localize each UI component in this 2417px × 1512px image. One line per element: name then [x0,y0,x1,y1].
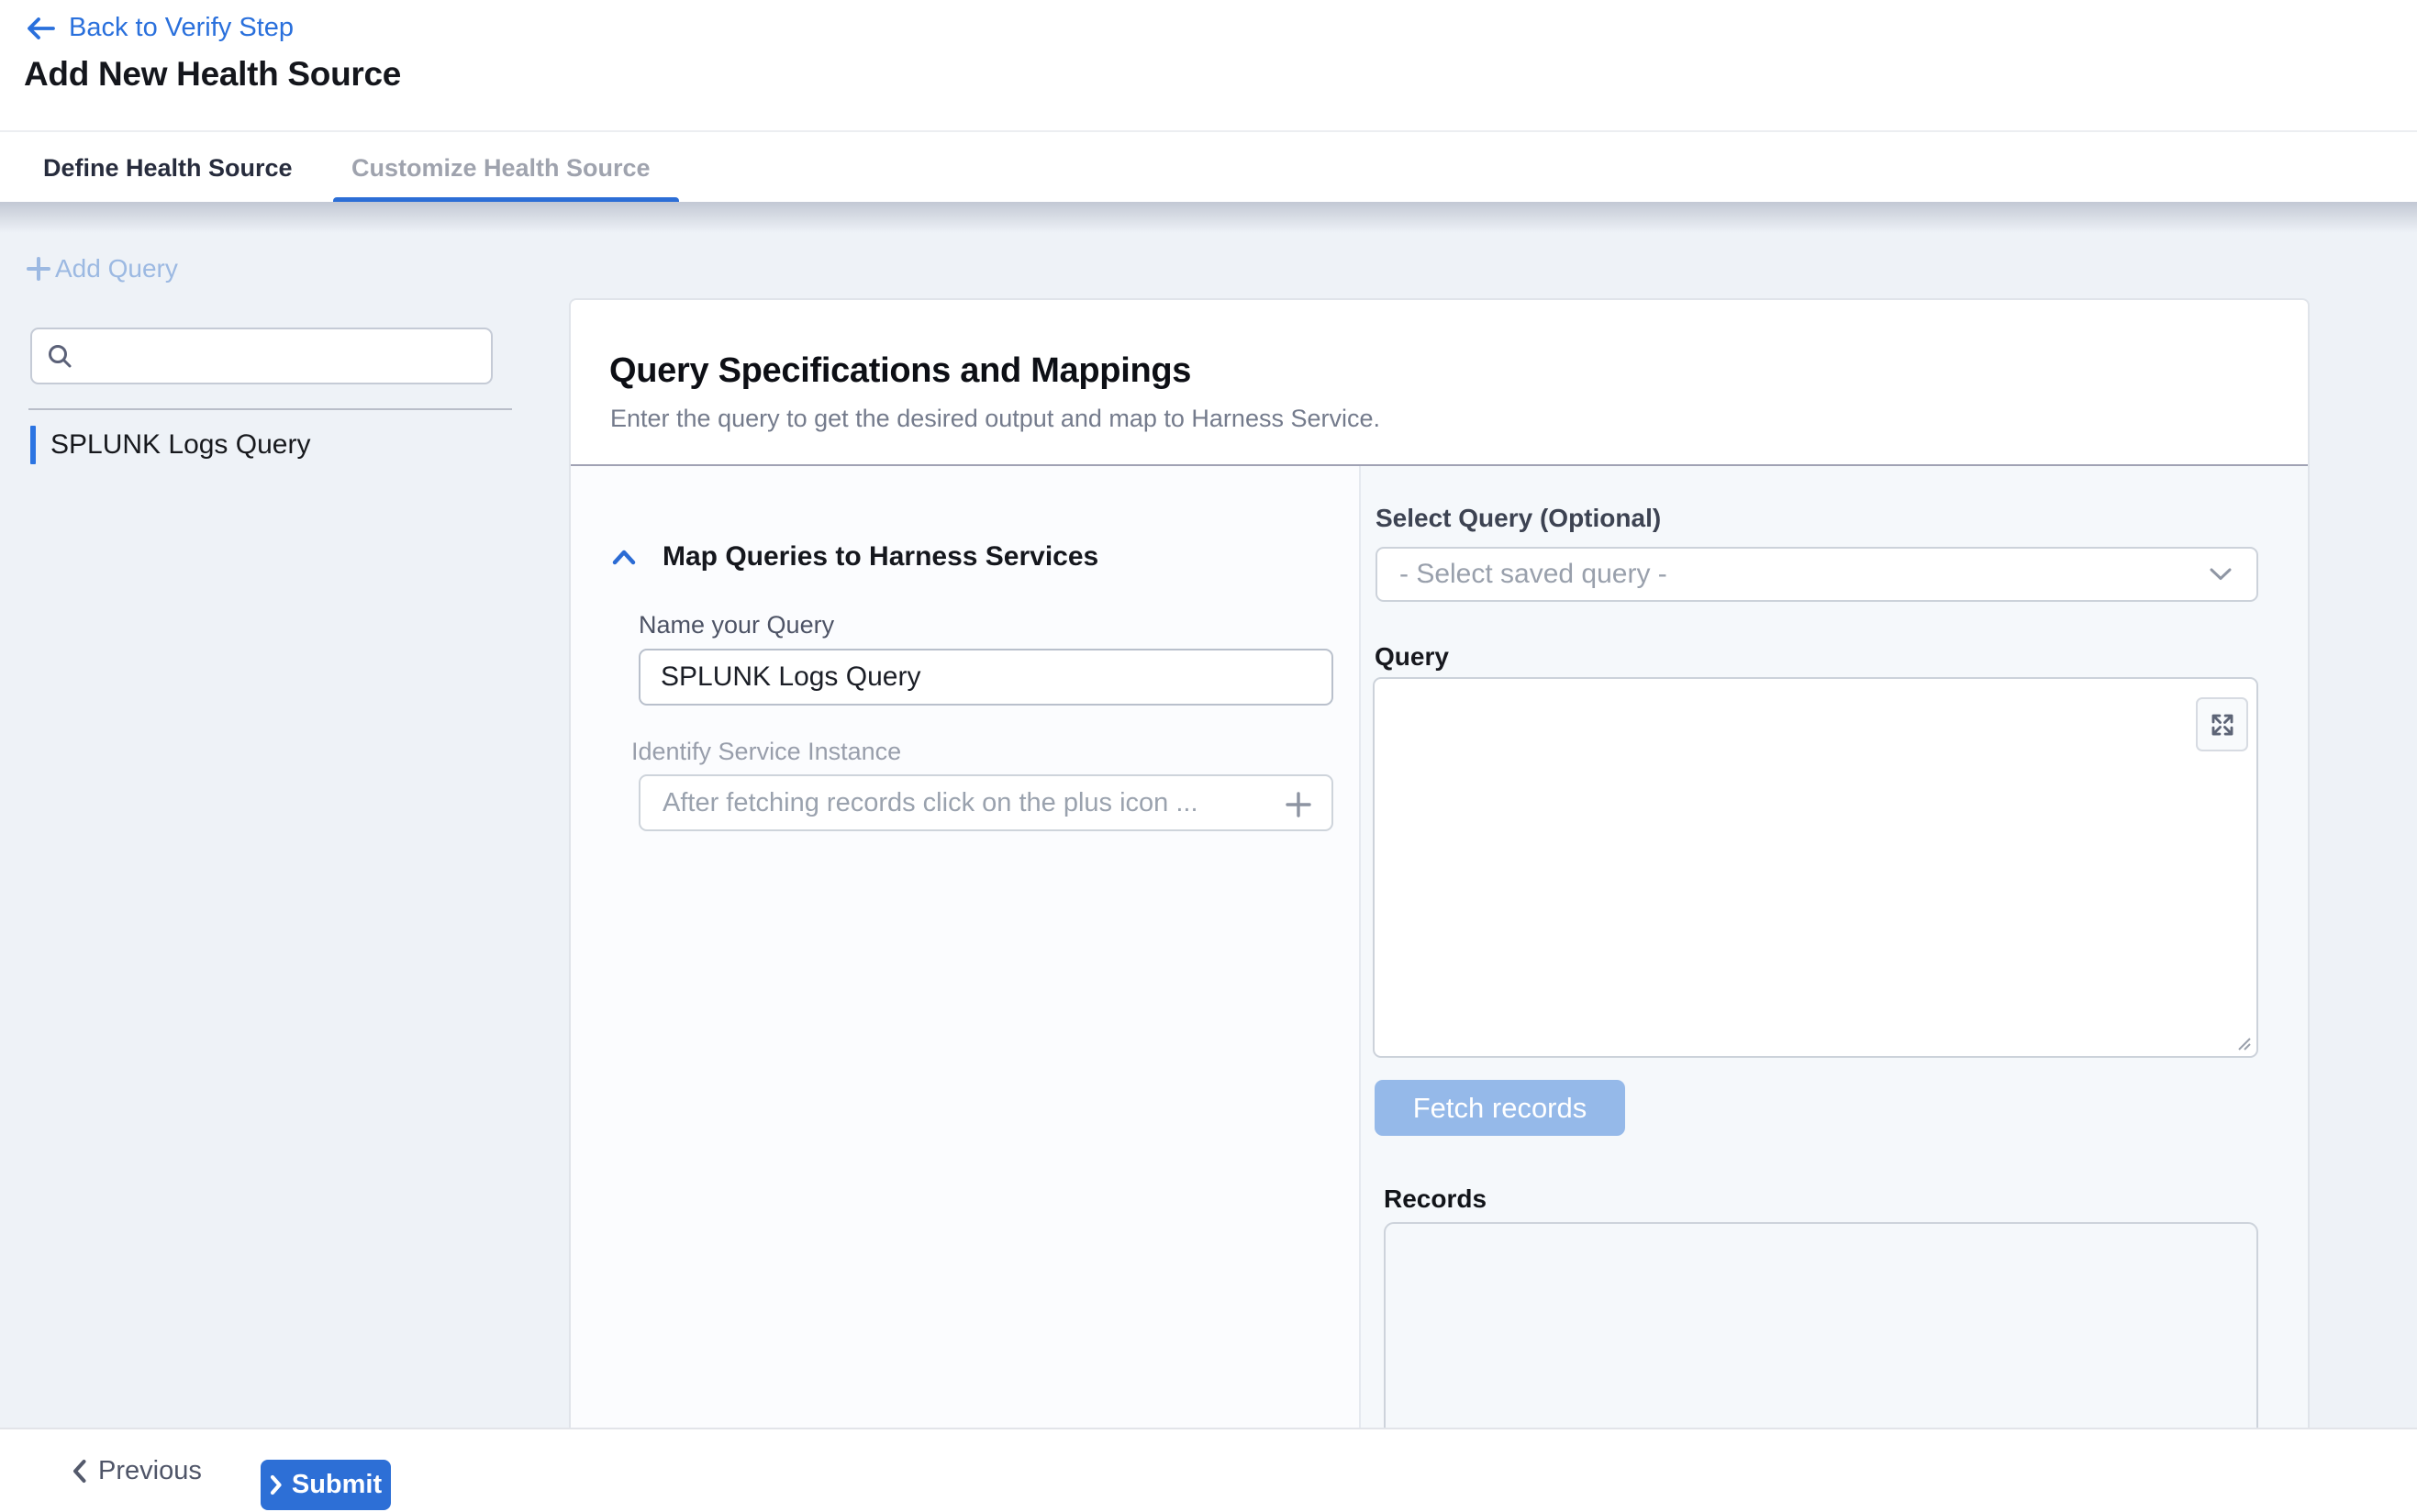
search-input[interactable] [82,340,471,372]
panel-subtitle: Enter the query to get the desired outpu… [610,406,1380,431]
records-label: Records [1384,1186,1487,1212]
dropdown-selected-value: - Select saved query - [1399,561,1667,588]
service-instance-input[interactable] [661,787,1252,819]
footer-bar: Previous Submit [0,1428,2417,1512]
panel-title: Query Specifications and Mappings [609,353,1191,388]
name-your-query-label: Name your Query [639,613,834,638]
sidebar-divider [28,408,512,410]
records-output-area [1384,1222,2258,1436]
plus-icon [25,255,52,283]
query-specifications-panel: Query Specifications and Mappings Enter … [569,298,2310,1436]
submit-button[interactable]: Submit [261,1460,391,1510]
fetch-records-button[interactable]: Fetch records [1375,1080,1625,1136]
active-item-indicator [30,426,36,464]
sidebar-item-splunk-logs-query[interactable]: SPLUNK Logs Query [30,426,310,464]
back-arrow-icon [25,16,56,41]
tab-customize-health-source[interactable]: Customize Health Source [351,132,651,204]
chevron-up-icon [611,548,637,567]
query-name-input[interactable] [639,649,1333,706]
chevron-right-icon [270,1474,283,1495]
back-link-label: Back to Verify Step [69,15,294,41]
query-item-label: SPLUNK Logs Query [50,431,310,459]
query-search-box [30,328,493,384]
query-textarea[interactable] [1373,677,2258,1058]
accordion-title: Map Queries to Harness Services [663,543,1098,571]
expand-icon [2209,711,2236,739]
textarea-resize-handle[interactable] [2233,1032,2253,1052]
expand-query-button[interactable] [2196,697,2248,751]
page-title: Add New Health Source [24,57,401,91]
add-service-instance-plus-icon[interactable] [1282,788,1315,821]
identify-service-instance-label: Identify Service Instance [631,739,901,764]
add-health-source-page: Back to Verify Step Add New Health Sourc… [0,0,2417,1512]
chevron-left-icon [72,1459,87,1484]
saved-query-dropdown[interactable]: - Select saved query - [1376,547,2258,602]
chevron-down-icon [2209,567,2233,582]
column-divider [1359,466,1361,1436]
submit-label: Submit [292,1472,382,1498]
back-to-verify-step-link[interactable]: Back to Verify Step [25,15,294,41]
map-queries-accordion-toggle[interactable]: Map Queries to Harness Services [611,543,1098,571]
select-query-label: Select Query (Optional) [1376,506,1661,531]
service-instance-field [639,774,1333,831]
add-query-label: Add Query [55,256,178,282]
previous-button[interactable]: Previous [72,1429,202,1512]
search-icon [47,343,72,369]
tab-define-health-source[interactable]: Define Health Source [43,132,293,204]
previous-label: Previous [98,1458,202,1484]
query-label: Query [1375,644,1449,670]
tab-bar: Define Health Source Customize Health So… [0,130,2417,202]
add-query-button[interactable]: Add Query [25,255,178,283]
